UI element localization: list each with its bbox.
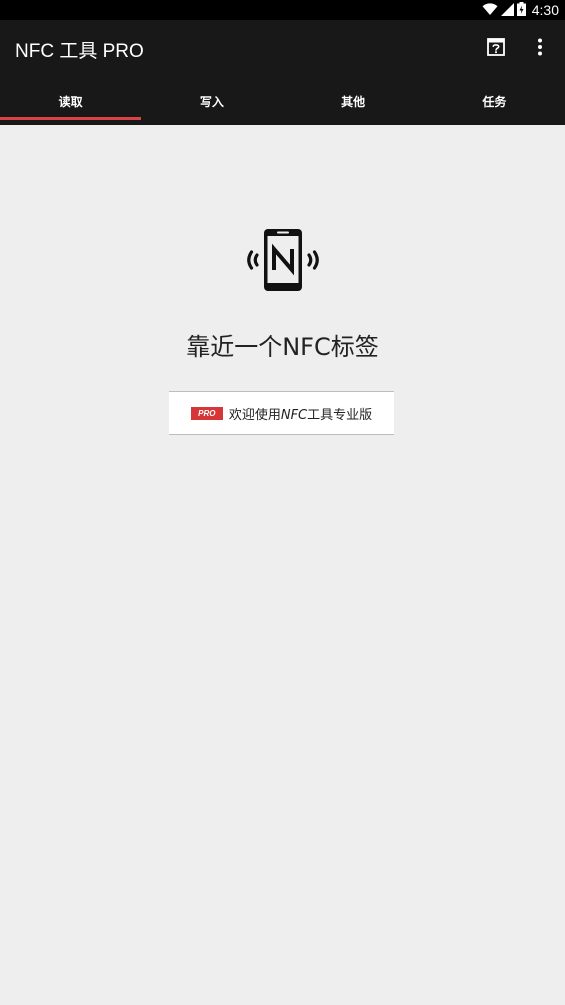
tab-read-label: 读取: [58, 95, 83, 109]
instruction-text: 靠近一个NFC标签: [186, 333, 379, 361]
app-title: NFC 工具 PRO: [15, 41, 144, 62]
tab-write[interactable]: 写入: [141, 82, 282, 125]
status-time: 4:30: [531, 2, 559, 18]
tab-tasks[interactable]: 任务: [424, 82, 565, 125]
welcome-banner[interactable]: PRO 欢迎使用NFC工具专业版: [169, 391, 394, 435]
more-vert-icon: [537, 38, 543, 60]
welcome-text-nfc: NFC: [280, 407, 308, 423]
tab-other[interactable]: 其他: [283, 82, 424, 125]
tab-other-label: 其他: [341, 95, 366, 109]
tab-bar: 读取 写入 其他 任务: [0, 82, 565, 125]
nfc-phone-icon: [243, 225, 323, 295]
tab-selected-indicator: [0, 117, 141, 120]
more-options-button[interactable]: [530, 37, 550, 61]
signal-icon: [500, 1, 514, 20]
help-icon: [486, 37, 506, 61]
pro-badge: PRO: [190, 406, 223, 420]
read-panel: 靠近一个NFC标签 PRO 欢迎使用NFC工具专业版: [0, 125, 565, 1005]
welcome-text-prefix: 欢迎使用: [228, 407, 281, 423]
tab-write-label: 写入: [199, 95, 224, 109]
welcome-text-suffix: 工具专业版: [307, 407, 373, 423]
tab-read[interactable]: 读取: [0, 82, 141, 125]
battery-icon: [516, 1, 526, 20]
wifi-icon: [482, 1, 498, 20]
status-bar: 4:30: [0, 0, 565, 20]
status-icons: 4:30: [482, 0, 559, 20]
tab-tasks-label: 任务: [482, 95, 507, 109]
app-bar: NFC 工具 PRO 读取 写入 其他 任务: [0, 20, 565, 125]
welcome-text: 欢迎使用NFC工具专业版: [229, 404, 372, 423]
help-button[interactable]: [484, 37, 508, 61]
